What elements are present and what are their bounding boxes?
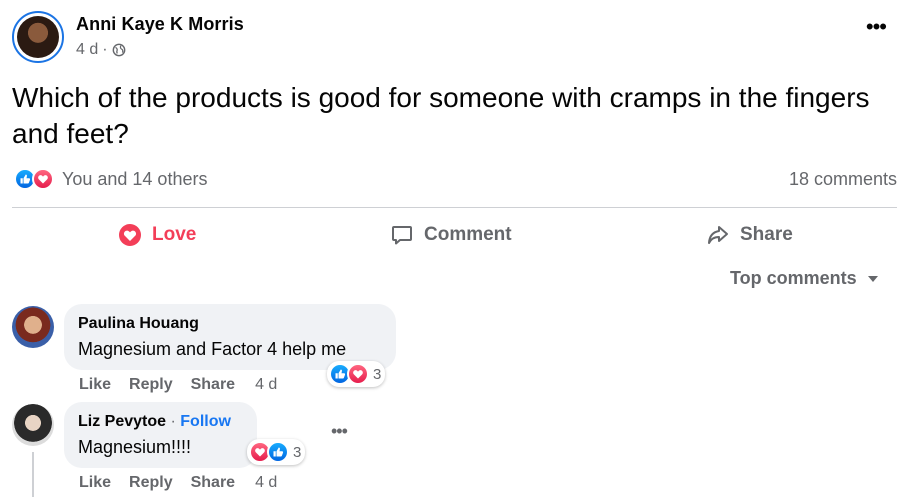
comment-time[interactable]: 4 d	[255, 474, 277, 492]
comment-share-button[interactable]: Share	[191, 474, 235, 492]
caret-down-icon	[867, 275, 878, 282]
post-author-name[interactable]: Anni Kaye K Morris	[76, 14, 244, 35]
commenter-avatar[interactable]	[12, 306, 54, 348]
share-button-label: Share	[740, 224, 793, 245]
comment-reactions[interactable]: 3	[327, 361, 386, 387]
comment-text: Magnesium and Factor 4 help me	[78, 339, 347, 359]
comment-text: Magnesium!!!!	[78, 437, 192, 457]
post-more-options-icon[interactable]: •••	[866, 16, 887, 38]
share-icon	[708, 226, 728, 244]
commenter-name-row: Liz Pevytoe · Follow	[78, 412, 243, 432]
comment-like-button[interactable]: Like	[79, 474, 111, 492]
divider	[12, 207, 897, 208]
comment-like-button[interactable]: Like	[79, 376, 111, 394]
love-icon	[119, 224, 141, 246]
comment-reaction-count: 3	[373, 365, 382, 383]
comment-button-label: Comment	[424, 224, 512, 245]
comment-reaction-count: 3	[293, 443, 302, 461]
comment-actions: Like Reply Share 4 d	[79, 376, 295, 394]
commenter-name[interactable]: Liz Pevytoe	[78, 413, 166, 430]
commenter-avatar[interactable]	[12, 404, 54, 446]
post-meta: 4 d ·	[76, 41, 126, 59]
reply-thread-line	[32, 452, 34, 497]
comment-sort-dropdown[interactable]: Top comments	[730, 268, 879, 289]
love-icon	[32, 168, 54, 190]
comment-sort-label: Top comments	[730, 268, 857, 288]
comment-share-button[interactable]: Share	[191, 376, 235, 394]
comment-bubble: Liz Pevytoe · Follow Magnesium!!!!	[64, 402, 257, 468]
comment-reply-button[interactable]: Reply	[129, 376, 173, 394]
comment-icon	[392, 226, 412, 245]
reactions-summary[interactable]: You and 14 others	[14, 168, 207, 190]
post-time[interactable]: 4 d	[76, 41, 98, 59]
comment-time[interactable]: 4 d	[255, 376, 277, 394]
follow-button[interactable]: Follow	[180, 413, 231, 430]
like-icon	[267, 441, 289, 463]
author-avatar[interactable]	[12, 11, 64, 63]
love-icon	[347, 363, 369, 385]
commenter-name[interactable]: Paulina Houang	[78, 314, 382, 334]
reactions-text: You and 14 others	[62, 168, 208, 189]
love-button[interactable]: Love	[118, 222, 196, 248]
comment-actions: Like Reply Share 4 d	[79, 474, 295, 492]
share-button[interactable]: Share	[706, 222, 793, 248]
globe-icon	[112, 43, 125, 57]
comment-more-options-icon[interactable]: •••	[331, 422, 348, 440]
post-text: Which of the products is good for someon…	[12, 82, 870, 149]
comment-reply-button[interactable]: Reply	[129, 474, 173, 492]
comment-count[interactable]: 18 comments	[789, 169, 897, 190]
comment-reactions[interactable]: 3	[247, 439, 306, 465]
love-button-label: Love	[152, 224, 197, 245]
comment-button[interactable]: Comment	[390, 222, 512, 248]
name-separator: ·	[170, 413, 176, 430]
